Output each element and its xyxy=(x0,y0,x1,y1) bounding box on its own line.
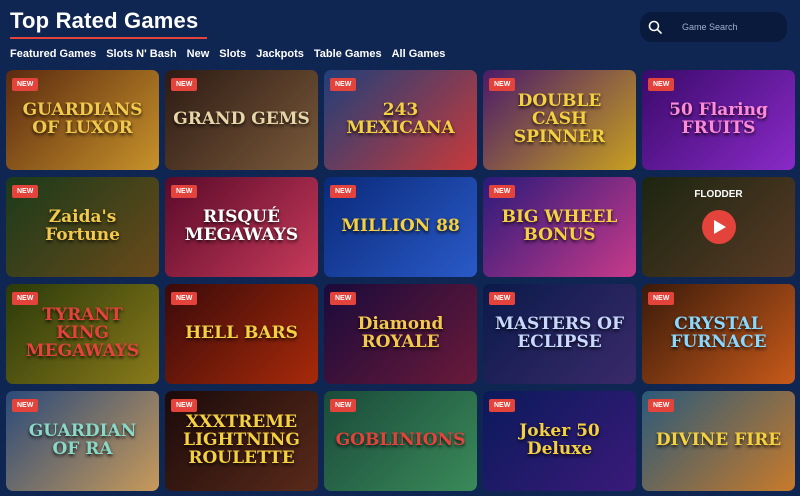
new-badge: NEW xyxy=(12,399,39,412)
tab-jackpots[interactable]: Jackpots xyxy=(256,48,304,60)
game-tile[interactable]: NEW XXXTREME LIGHTNING ROULETTE xyxy=(165,391,318,491)
category-tabs: Featured Games Slots N' Bash New Slots J… xyxy=(10,48,445,60)
game-title: FLODDER xyxy=(694,189,743,200)
new-badge: NEW xyxy=(330,399,357,412)
new-badge: NEW xyxy=(330,78,357,91)
search-icon[interactable] xyxy=(640,12,670,42)
game-tile[interactable]: NEW BIG WHEEL BONUS xyxy=(483,177,636,277)
game-title: TYRANT KING MEGAWAYS xyxy=(25,305,140,361)
game-tile[interactable]: NEW DIVINE FIRE xyxy=(642,391,795,491)
tab-slots[interactable]: Slots xyxy=(219,48,246,60)
new-badge: NEW xyxy=(330,185,357,198)
new-badge: NEW xyxy=(489,399,516,412)
game-tile[interactable]: FLODDER xyxy=(642,177,795,277)
game-tile[interactable]: NEW GUARDIANS OF LUXOR xyxy=(6,70,159,170)
title-underline xyxy=(10,37,207,39)
new-badge: NEW xyxy=(12,78,39,91)
game-title: Diamond ROYALE xyxy=(357,314,444,352)
game-title: GUARDIANS OF LUXOR xyxy=(22,100,143,138)
game-title: XXXTREME LIGHTNING ROULETTE xyxy=(183,412,300,468)
page-title: Top Rated Games xyxy=(10,8,199,33)
game-title: GRAND GEMS xyxy=(173,109,310,130)
game-tile[interactable]: NEW HELL BARS xyxy=(165,284,318,384)
game-title: GOBLINIONS xyxy=(335,430,466,451)
new-badge: NEW xyxy=(648,78,675,91)
new-badge: NEW xyxy=(489,185,516,198)
game-tile[interactable]: NEW Diamond ROYALE xyxy=(324,284,477,384)
play-icon xyxy=(714,220,726,234)
new-badge: NEW xyxy=(489,78,516,91)
game-tile[interactable]: NEW GRAND GEMS xyxy=(165,70,318,170)
tab-slots-n-bash[interactable]: Slots N' Bash xyxy=(106,48,176,60)
game-tile[interactable]: NEW GUARDIAN OF RA xyxy=(6,391,159,491)
search-input[interactable] xyxy=(682,22,782,32)
game-title: HELL BARS xyxy=(185,323,298,344)
new-badge: NEW xyxy=(171,399,198,412)
game-tile[interactable]: NEW RISQUÉ MEGAWAYS xyxy=(165,177,318,277)
game-tile[interactable]: NEW Zaida's Fortune xyxy=(6,177,159,277)
play-button[interactable] xyxy=(701,210,736,244)
game-title: Zaida's Fortune xyxy=(45,207,120,245)
tab-all-games[interactable]: All Games xyxy=(392,48,446,60)
game-tile[interactable]: NEW 50 Flaring FRUITS xyxy=(642,70,795,170)
game-title: 243 MEXICANA xyxy=(346,100,455,138)
tab-table-games[interactable]: Table Games xyxy=(314,48,382,60)
game-tile[interactable]: NEW DOUBLE CASH SPINNER xyxy=(483,70,636,170)
game-tile[interactable]: NEW 243 MEXICANA xyxy=(324,70,477,170)
new-badge: NEW xyxy=(12,185,39,198)
game-tile[interactable]: NEW MASTERS OF ECLIPSE xyxy=(483,284,636,384)
game-title: MASTERS OF ECLIPSE xyxy=(494,314,625,352)
game-tile[interactable]: NEW CRYSTAL FURNACE xyxy=(642,284,795,384)
game-title: DIVINE FIRE xyxy=(655,430,782,451)
game-search[interactable] xyxy=(640,12,787,42)
game-title: BIG WHEEL BONUS xyxy=(501,207,618,245)
game-title: RISQUÉ MEGAWAYS xyxy=(184,207,299,245)
new-badge: NEW xyxy=(171,292,198,305)
new-badge: NEW xyxy=(489,292,516,305)
game-tile[interactable]: NEW MILLION 88 xyxy=(324,177,477,277)
game-title: DOUBLE CASH SPINNER xyxy=(513,91,606,147)
new-badge: NEW xyxy=(171,78,198,91)
new-badge: NEW xyxy=(648,292,675,305)
game-tile[interactable]: NEW Joker 50 Deluxe xyxy=(483,391,636,491)
new-badge: NEW xyxy=(12,292,39,305)
new-badge: NEW xyxy=(171,185,198,198)
game-grid: NEW GUARDIANS OF LUXOR NEW GRAND GEMS NEW 243… xyxy=(6,70,798,491)
new-badge: NEW xyxy=(330,292,357,305)
game-tile[interactable]: NEW TYRANT KING MEGAWAYS xyxy=(6,284,159,384)
game-title: Joker 50 Deluxe xyxy=(519,421,600,459)
game-title: GUARDIAN OF RA xyxy=(28,421,137,459)
game-title: CRYSTAL FURNACE xyxy=(670,314,767,352)
game-title: 50 Flaring FRUITS xyxy=(669,100,768,138)
header: Top Rated Games Featured Games Slots N' … xyxy=(0,0,800,70)
tab-new[interactable]: New xyxy=(187,48,210,60)
tab-featured-games[interactable]: Featured Games xyxy=(10,48,96,60)
game-tile[interactable]: NEW GOBLINIONS xyxy=(324,391,477,491)
game-title: MILLION 88 xyxy=(341,216,460,237)
new-badge: NEW xyxy=(648,399,675,412)
